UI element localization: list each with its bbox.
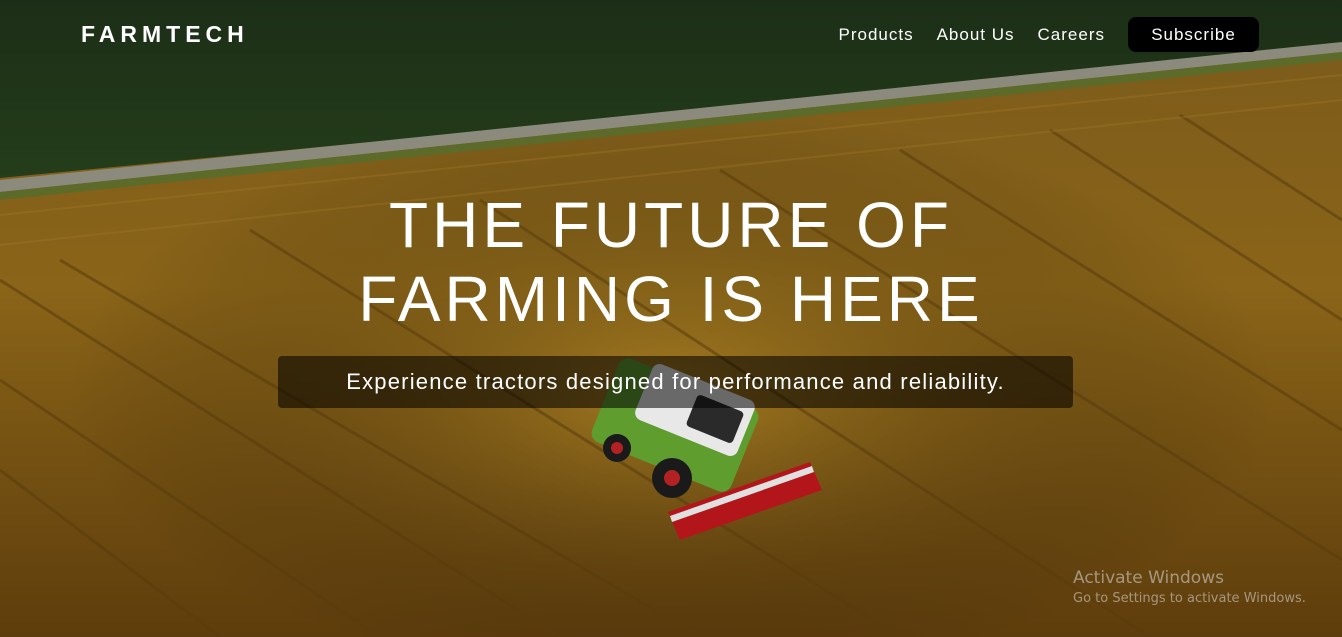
nav-link-careers[interactable]: Careers: [1038, 25, 1105, 45]
nav-link-about-us[interactable]: About Us: [937, 25, 1015, 45]
watermark-title: Activate Windows: [1073, 568, 1224, 588]
windows-activation-watermark: Activate Windows Go to Settings to activ…: [1073, 568, 1306, 606]
hero-headline-line-2: FARMING IS HERE: [358, 262, 984, 335]
hero-headline: THE FUTURE OF FARMING IS HERE: [0, 188, 1342, 336]
brand-logo[interactable]: FARMTECH: [81, 21, 249, 48]
hero-headline-line-1: THE FUTURE OF: [389, 188, 953, 261]
nav-link-products[interactable]: Products: [839, 25, 914, 45]
hero-tagline: Experience tractors designed for perform…: [346, 369, 1005, 394]
nav-links: Products About Us Careers Subscribe: [816, 17, 1259, 52]
subscribe-button[interactable]: Subscribe: [1128, 17, 1259, 52]
top-navigation: FARMTECH Products About Us Careers Subsc…: [0, 3, 1342, 65]
watermark-subtitle: Go to Settings to activate Windows.: [1073, 591, 1306, 606]
hero-tagline-box: Experience tractors designed for perform…: [278, 356, 1073, 408]
